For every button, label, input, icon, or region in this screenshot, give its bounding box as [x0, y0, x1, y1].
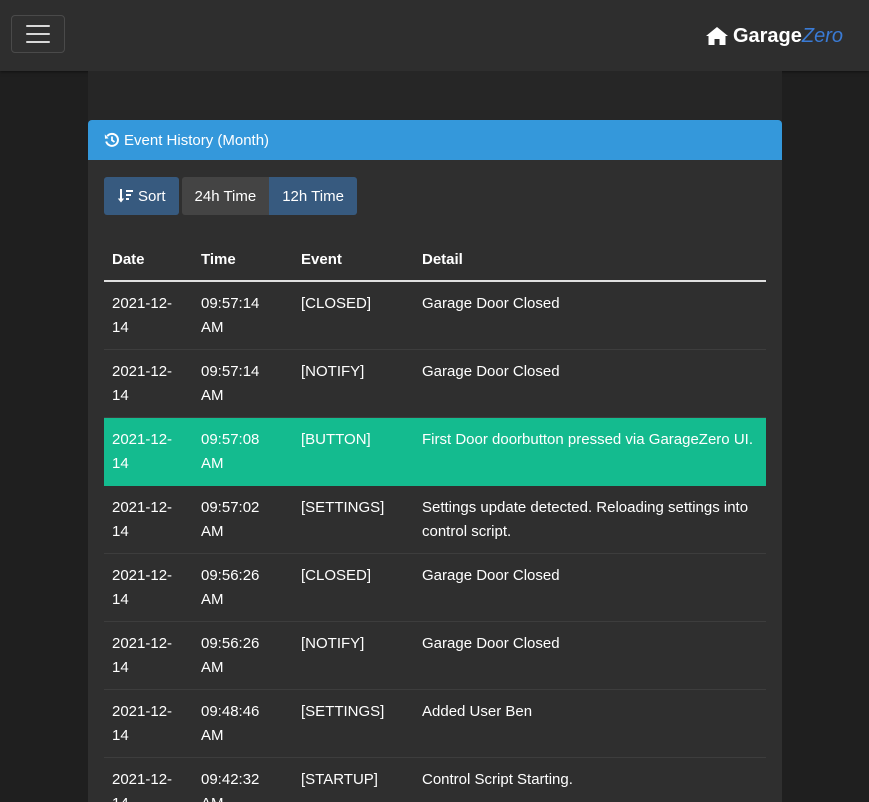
menu-bar: [26, 25, 50, 27]
cell-event: [BUTTON]: [293, 417, 414, 486]
hamburger-menu-button[interactable]: [11, 15, 65, 53]
cell-time: 09:42:32 AM: [193, 757, 293, 802]
table-row: 2021-12-14 09:56:26 AM [NOTIFY] Garage D…: [104, 621, 766, 690]
cell-date: 2021-12-14: [104, 689, 193, 758]
cell-detail: Garage Door Closed: [414, 621, 766, 690]
column-header-event[interactable]: Event: [293, 238, 414, 282]
cell-event: [CLOSED]: [293, 553, 414, 622]
column-header-date[interactable]: Date: [104, 238, 193, 282]
brand-text-main: Garage: [732, 24, 802, 47]
cell-date: 2021-12-14: [104, 281, 193, 350]
cell-detail: Control Script Starting.: [414, 757, 766, 802]
table-row: 2021-12-14 09:42:32 AM [STARTUP] Control…: [104, 757, 766, 802]
column-header-time[interactable]: Time: [193, 238, 293, 282]
cell-time: 09:48:46 AM: [193, 689, 293, 758]
card-header: Event History (Month): [88, 120, 782, 160]
event-history-card: Event History (Month) Sort 24h Time 12h …: [88, 120, 782, 802]
sort-descending-icon: [117, 189, 133, 203]
table-header-row: Date Time Event Detail: [104, 238, 766, 282]
table-row: 2021-12-14 09:57:14 AM [CLOSED] Garage D…: [104, 281, 766, 350]
card-title: Event History (Month): [124, 131, 270, 149]
toolbar: Sort 24h Time 12h Time: [104, 177, 357, 215]
cell-date: 2021-12-14: [104, 349, 193, 418]
cell-event: [SETTINGS]: [293, 485, 414, 554]
cell-event: [CLOSED]: [293, 281, 414, 350]
brand-text-accent: Zero: [801, 24, 843, 47]
cell-date: 2021-12-14: [104, 621, 193, 690]
time-24h-button[interactable]: 24h Time: [181, 177, 270, 215]
cell-time: 09:57:08 AM: [193, 417, 293, 486]
cell-date: 2021-12-14: [104, 485, 193, 554]
cell-date: 2021-12-14: [104, 417, 193, 486]
cell-detail: Settings update detected. Reloading sett…: [414, 485, 766, 554]
menu-bar: [26, 33, 50, 35]
table-row: 2021-12-14 09:57:02 AM [SETTINGS] Settin…: [104, 485, 766, 554]
table-row-highlighted: 2021-12-14 09:57:08 AM [BUTTON] First Do…: [104, 417, 766, 486]
cell-event: [SETTINGS]: [293, 689, 414, 758]
top-navbar: Garage Zero: [0, 0, 869, 71]
cell-detail: Garage Door Closed: [414, 281, 766, 350]
cell-time: 09:56:26 AM: [193, 621, 293, 690]
cell-time: 09:57:02 AM: [193, 485, 293, 554]
menu-bar: [26, 41, 50, 43]
sort-button[interactable]: Sort: [104, 177, 179, 215]
event-history-table: Date Time Event Detail 2021-12-14 09:57:…: [104, 238, 766, 802]
table-row: 2021-12-14 09:48:46 AM [SETTINGS] Added …: [104, 689, 766, 758]
cell-detail: Garage Door Closed: [414, 349, 766, 418]
history-icon: [104, 132, 119, 147]
brand-logo[interactable]: Garage Zero: [705, 22, 843, 50]
table-row: 2021-12-14 09:57:14 AM [NOTIFY] Garage D…: [104, 349, 766, 418]
cell-event: [NOTIFY]: [293, 621, 414, 690]
cell-event: [NOTIFY]: [293, 349, 414, 418]
home-icon: [705, 27, 728, 45]
cell-detail: Added User Ben: [414, 689, 766, 758]
cell-event: [STARTUP]: [293, 757, 414, 802]
cell-detail: First Door doorbutton pressed via Garage…: [414, 417, 766, 486]
time-12h-button[interactable]: 12h Time: [269, 177, 357, 215]
sort-button-label: Sort: [138, 187, 166, 205]
column-header-detail[interactable]: Detail: [414, 238, 766, 282]
cell-time: 09:57:14 AM: [193, 349, 293, 418]
table-row: 2021-12-14 09:56:26 AM [CLOSED] Garage D…: [104, 553, 766, 622]
cell-time: 09:57:14 AM: [193, 281, 293, 350]
cell-date: 2021-12-14: [104, 553, 193, 622]
cell-detail: Garage Door Closed: [414, 553, 766, 622]
cell-date: 2021-12-14: [104, 757, 193, 802]
cell-time: 09:56:26 AM: [193, 553, 293, 622]
